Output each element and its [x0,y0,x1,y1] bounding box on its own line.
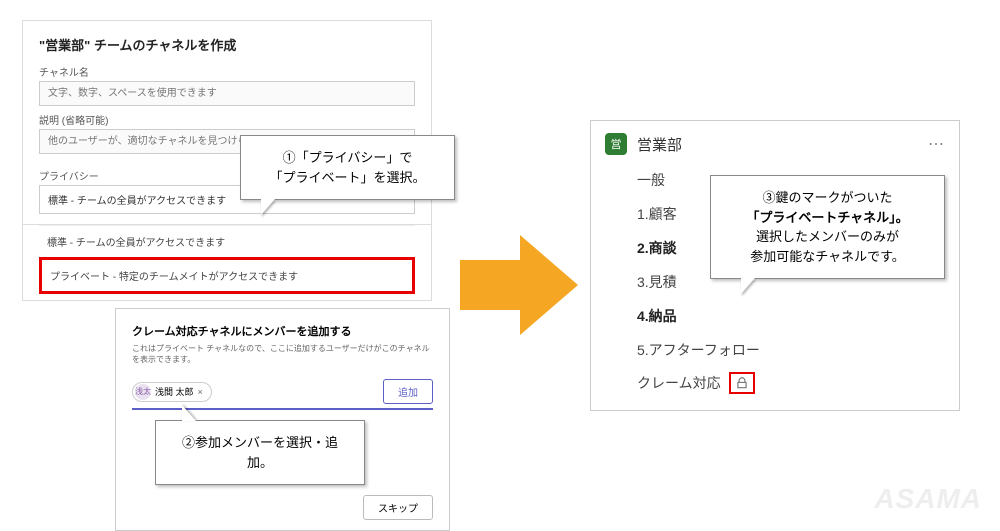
channel-name-label: チャネル名 [39,64,415,79]
avatar: 浅太 [135,384,151,400]
team-avatar: 営 [605,133,627,155]
add-button[interactable]: 追加 [383,379,433,404]
member-name: 浅間 太郎 [155,385,194,398]
watermark: ASAMA [874,483,982,515]
callout-text: ①「プライバシー」で [257,148,438,168]
lock-icon [735,376,749,390]
dialog-note: これはプライベート チャネルなので、ここに追加するユーザーだけがこのチャネルを表… [132,343,433,365]
callout-text: 選択したメンバーのみが [727,227,928,247]
callout-tail [261,199,275,215]
private-channel-item[interactable]: クレーム対応 [605,367,945,396]
remove-chip-icon[interactable]: × [198,387,203,397]
callout-text: 参加可能なチャネルです。 [727,247,928,267]
more-icon[interactable]: ⋯ [928,134,945,154]
channel-item[interactable]: 4.納品 [605,299,945,333]
skip-button[interactable]: スキップ [363,495,433,520]
dialog-title: "営業部" チームのチャネルを作成 [39,35,415,54]
lock-highlight [729,372,755,394]
member-input-row[interactable]: 浅太 浅間 太郎 × 追加 [132,375,433,410]
privacy-option-standard[interactable]: 標準 - チームの全員がアクセスできます [39,225,415,257]
privacy-option-private[interactable]: プライベート - 特定のチームメイトがアクセスできます [39,257,415,294]
channel-label: クレーム対応 [637,373,721,393]
callout-text: ③鍵のマークがついた [727,188,928,208]
team-name: 営業部 [637,134,918,155]
channel-item[interactable]: 5.アフターフォロー [605,333,945,367]
member-chip[interactable]: 浅太 浅間 太郎 × [132,382,212,402]
callout-tail [182,405,196,421]
arrow-icon [460,230,580,340]
callout-text: 「プライベートチャネル」。 [727,208,928,228]
team-header[interactable]: 営 営業部 ⋯ [605,133,945,155]
callout-text: ②参加メンバーを選択・追加。 [172,433,348,472]
callout-tail [741,278,755,294]
channel-name-input[interactable] [39,81,415,106]
callout-text: 「プライベート」を選択。 [257,168,438,188]
channel-desc-label: 説明 (省略可能) [39,112,415,127]
callout-step2: ②参加メンバーを選択・追加。 [155,420,365,485]
callout-step3: ③鍵のマークがついた 「プライベートチャネル」。 選択したメンバーのみが 参加可… [710,175,945,279]
callout-step1: ①「プライバシー」で 「プライベート」を選択。 [240,135,455,200]
dialog-title: クレーム対応チャネルにメンバーを追加する [132,323,433,339]
